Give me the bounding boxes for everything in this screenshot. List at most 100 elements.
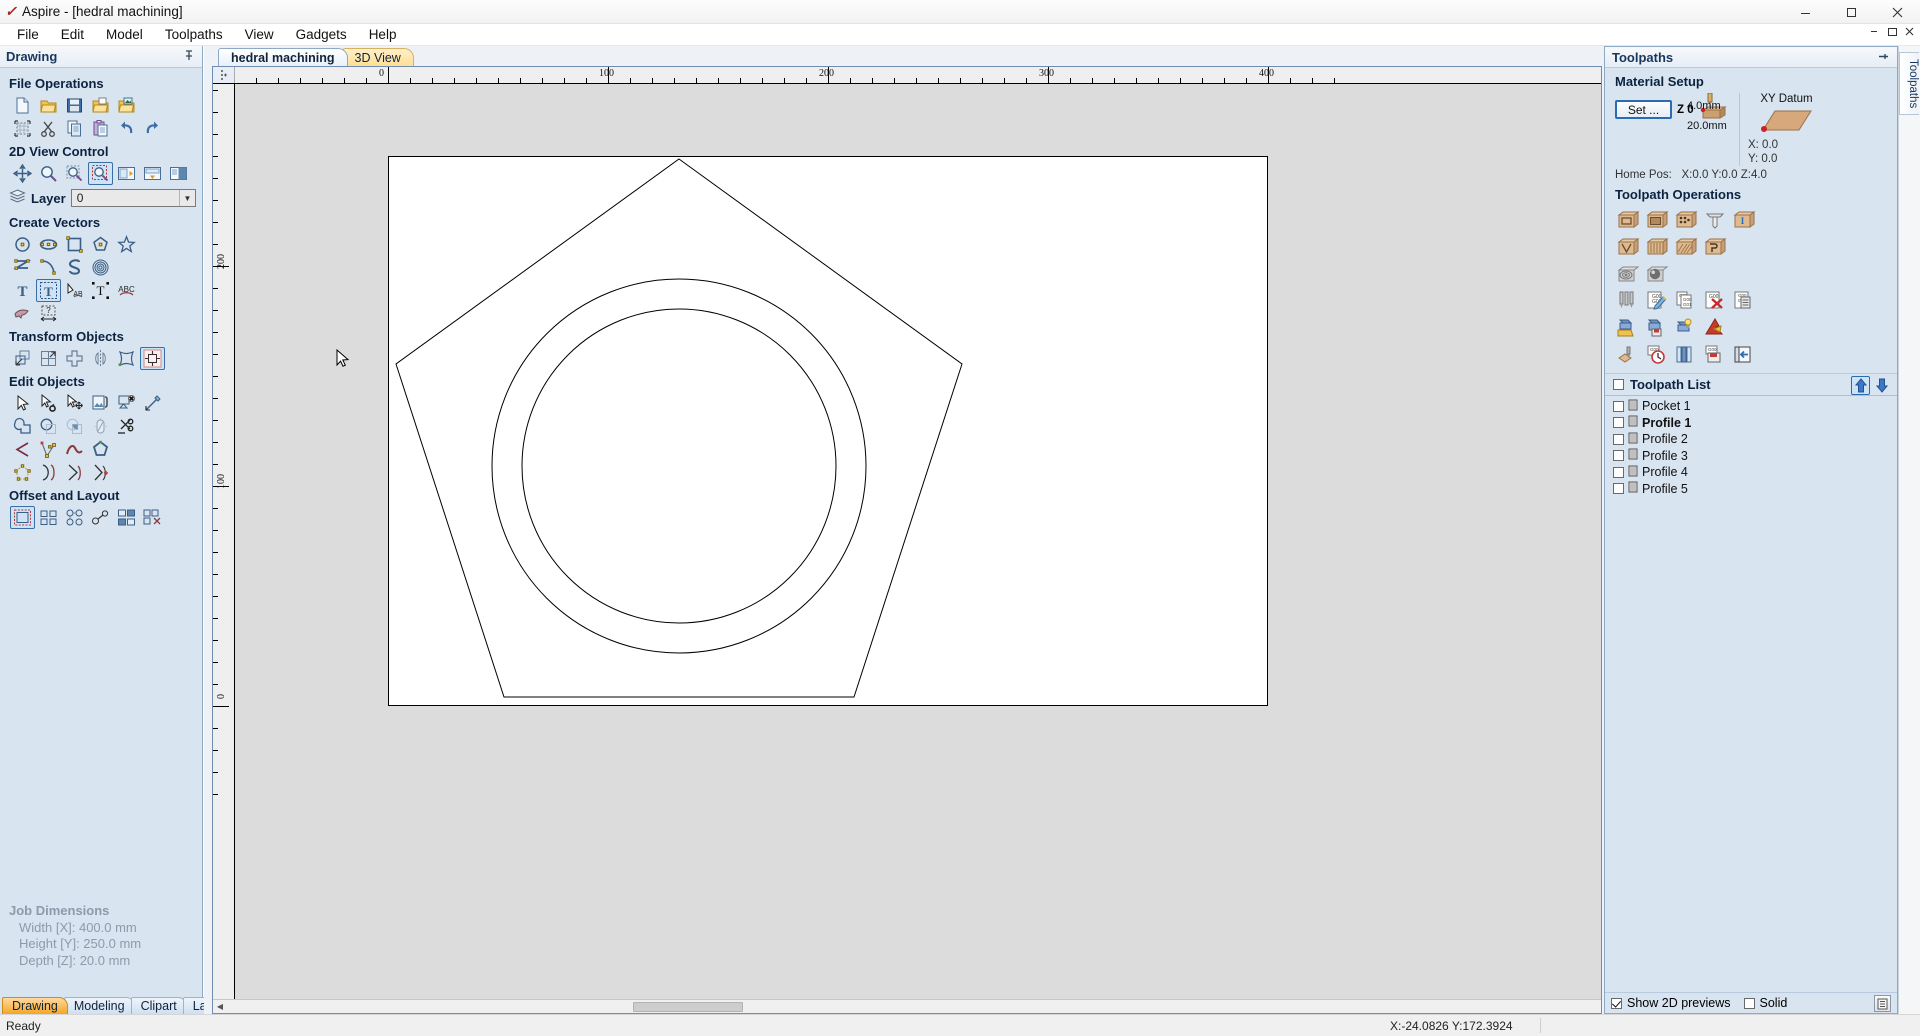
toolpath-checkbox[interactable] (1613, 433, 1624, 445)
paste-icon[interactable] (88, 117, 113, 140)
ungroup-icon[interactable] (114, 392, 139, 415)
close-button[interactable] (1874, 0, 1920, 24)
measure-icon[interactable] (140, 392, 165, 415)
zoom-to-drawing-icon[interactable] (114, 162, 139, 185)
distort-icon[interactable] (114, 347, 139, 370)
menu-edit[interactable]: Edit (50, 25, 95, 44)
menu-toolpaths[interactable]: Toolpaths (154, 25, 234, 44)
block-copy-icon[interactable] (62, 506, 87, 529)
group-icon[interactable] (88, 392, 113, 415)
nesting-tools-icon[interactable] (140, 506, 165, 529)
3d-finish-toolpath-icon[interactable] (1644, 261, 1671, 286)
toolpath-list-item-profile-5[interactable]: Profile 5 (1605, 481, 1897, 498)
close-vector-icon[interactable] (88, 438, 113, 461)
toolpath-list-select-all-checkbox[interactable] (1613, 379, 1624, 390)
curve-to-line-icon[interactable] (62, 461, 87, 484)
nest-icon[interactable] (88, 506, 113, 529)
menu-gadgets[interactable]: Gadgets (285, 25, 358, 44)
minimize-button[interactable] (1782, 0, 1828, 24)
document-tab-3d-view[interactable]: 3D View (341, 48, 414, 66)
circle-icon[interactable] (10, 233, 35, 256)
text-on-curve-icon[interactable]: AB (62, 279, 87, 302)
job-setup-icon[interactable] (10, 117, 35, 140)
vertical-tab-toolpaths[interactable]: Toolpaths (1899, 52, 1919, 116)
trace-bitmap-icon[interactable] (10, 302, 35, 325)
star-icon[interactable] (114, 233, 139, 256)
offset-icon[interactable] (10, 506, 35, 529)
scale-icon[interactable] (36, 347, 61, 370)
pocket-toolpath-icon[interactable] (1644, 207, 1671, 232)
split-view-icon[interactable] (166, 162, 191, 185)
fillet-icon[interactable] (88, 415, 113, 438)
toolpath-checkbox[interactable] (1613, 466, 1624, 478)
pin-icon[interactable] (184, 50, 194, 64)
zoom-selected-icon[interactable] (62, 162, 87, 185)
new-file-icon[interactable] (10, 94, 35, 117)
curve-icon[interactable] (62, 256, 87, 279)
save-template-icon[interactable] (1644, 315, 1671, 340)
toolpath-summary-icon[interactable]: G00 G (1731, 288, 1758, 313)
merge-toolpaths-icon[interactable] (1702, 315, 1729, 340)
texture-toolpath-icon[interactable] (1673, 234, 1700, 259)
open-folder-icon[interactable] (36, 94, 61, 117)
node-tools-icon[interactable] (88, 461, 113, 484)
toolpath-checkbox[interactable] (1613, 450, 1624, 462)
vcarve-toolpath-icon[interactable] (1615, 234, 1642, 259)
toolpath-panel-icon[interactable] (1731, 342, 1758, 367)
inlay-toolpath-icon[interactable]: I (1731, 207, 1758, 232)
xy-datum-plane-icon[interactable] (1748, 105, 1825, 138)
tab-modeling[interactable]: Modeling (63, 997, 135, 1014)
import-vectors-icon[interactable] (114, 94, 139, 117)
rotate-icon[interactable] (62, 347, 87, 370)
rectangle-icon[interactable] (62, 233, 87, 256)
2d-design-canvas[interactable] (235, 84, 1601, 999)
cut-scissors-icon[interactable] (36, 117, 61, 140)
canvas-horizontal-scrollbar[interactable]: ◀ (213, 999, 1601, 1013)
align-icon[interactable] (140, 347, 165, 370)
dimension-icon[interactable]: ? (36, 302, 61, 325)
node-edit-icon[interactable] (36, 392, 61, 415)
ruler-origin-icon[interactable] (213, 67, 235, 83)
delete-toolpath-icon[interactable]: G00 (1702, 288, 1729, 313)
polyline-icon[interactable] (10, 256, 35, 279)
pan-icon[interactable] (10, 162, 35, 185)
move-up-icon[interactable] (1851, 376, 1870, 395)
toolpath-list-item-pocket-1[interactable]: Pocket 1 (1605, 398, 1897, 415)
ellipse-icon[interactable] (36, 233, 61, 256)
intersect-icon[interactable] (62, 415, 87, 438)
mirror-icon[interactable] (88, 347, 113, 370)
redo-icon[interactable] (140, 117, 165, 140)
text-arc-icon[interactable]: ABC (114, 279, 139, 302)
tool-database-icon[interactable] (1615, 288, 1642, 313)
smooth-curve-icon[interactable] (62, 438, 87, 461)
drilling-toolpath-icon[interactable] (1673, 207, 1700, 232)
menu-file[interactable]: File (6, 25, 50, 44)
preview-toolpath-icon[interactable] (1615, 342, 1642, 367)
toolpath-tiling-icon[interactable] (1673, 342, 1700, 367)
profile-toolpath-icon[interactable] (1615, 207, 1642, 232)
layer-select[interactable]: 0 ▼ (70, 189, 196, 207)
menu-help[interactable]: Help (358, 25, 408, 44)
toolpath-checkbox[interactable] (1613, 483, 1624, 495)
menu-view[interactable]: View (234, 25, 285, 44)
subtract-icon[interactable] (36, 415, 61, 438)
text-box-icon[interactable]: T (36, 279, 61, 302)
save-disk-icon[interactable] (62, 94, 87, 117)
toolpath-list-item-profile-1[interactable]: Profile 1 (1605, 415, 1897, 432)
maximize-doc-icon[interactable] (1887, 26, 1899, 41)
trim-icon[interactable] (114, 415, 139, 438)
zoom-box-icon[interactable] (88, 162, 113, 185)
prism-carving-icon[interactable] (1644, 234, 1671, 259)
restore-doc-icon[interactable] (1870, 26, 1882, 41)
open-recent-icon[interactable] (88, 94, 113, 117)
scroll-left-icon[interactable]: ◀ (213, 1002, 227, 1011)
document-tab-hedral-machining[interactable]: hedral machining (218, 48, 348, 66)
copy-icon[interactable] (62, 117, 87, 140)
3d-rough-toolpath-icon[interactable] (1615, 261, 1642, 286)
vertical-ruler[interactable]: 0 100 200 (213, 84, 235, 999)
save-toolpath-icon[interactable]: G00 (1702, 342, 1729, 367)
close-doc-icon[interactable] (1904, 26, 1916, 41)
zoom-icon[interactable] (36, 162, 61, 185)
scrollbar-thumb[interactable] (633, 1002, 743, 1012)
copy-along-curve-icon[interactable] (114, 506, 139, 529)
